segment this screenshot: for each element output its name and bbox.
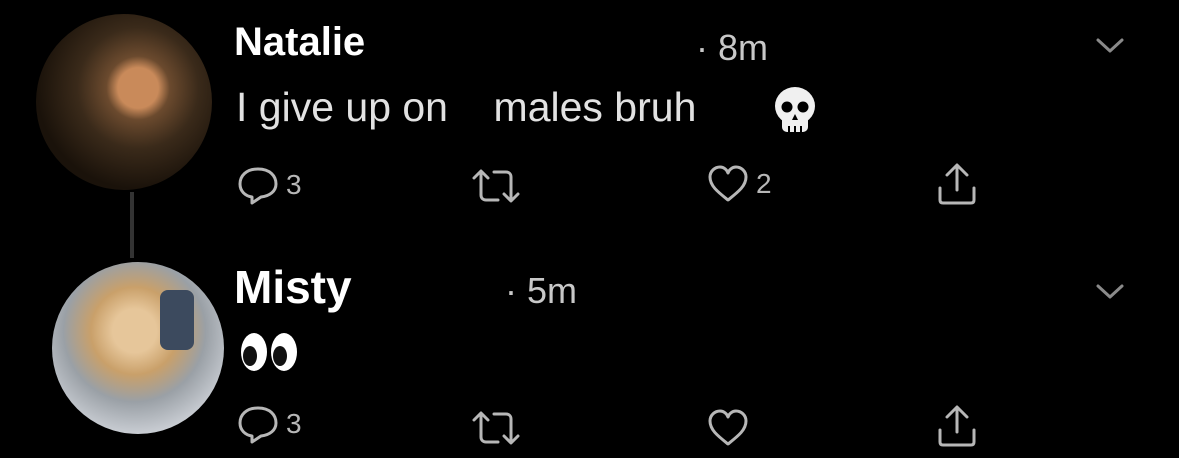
eyes-emoji: [241, 333, 297, 371]
reply-count: 3: [286, 408, 302, 439]
like-icon: [708, 409, 748, 446]
share-button[interactable]: [936, 404, 978, 448]
like-button[interactable]: [706, 408, 756, 448]
phone-in-photo: [160, 290, 194, 350]
chevron-down-icon[interactable]: [1095, 282, 1125, 302]
author-name[interactable]: Misty: [234, 260, 352, 314]
avatar[interactable]: [52, 262, 224, 434]
share-icon: [938, 405, 976, 447]
timestamp[interactable]: · 5m: [505, 270, 577, 312]
tweet-misty[interactable]: Misty · 5m 3: [0, 0, 1179, 447]
retweet-icon: [472, 411, 520, 445]
retweet-button[interactable]: [470, 410, 528, 446]
reply-icon: [238, 406, 278, 444]
reply-button[interactable]: 3: [236, 404, 302, 444]
